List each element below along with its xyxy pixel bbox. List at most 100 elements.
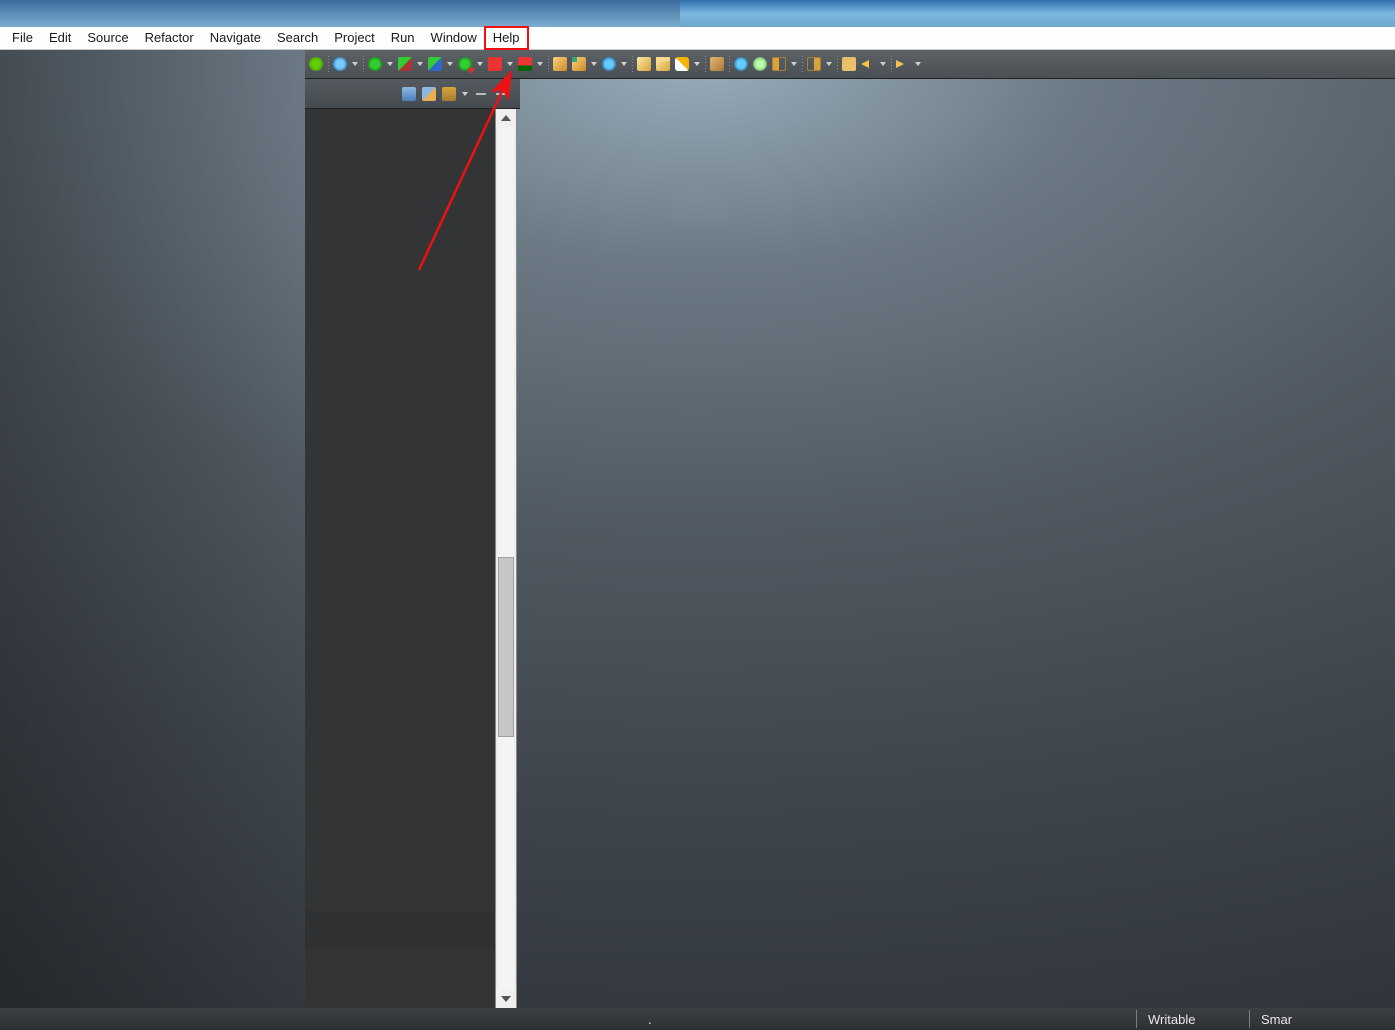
run-profile-icon[interactable] [426, 55, 444, 73]
status-writable: Writable [1140, 1008, 1203, 1030]
scroll-track[interactable] [498, 127, 514, 990]
menu-edit[interactable]: Edit [41, 27, 79, 49]
zoom-icon-dropdown[interactable] [350, 55, 360, 73]
scroll-up-button[interactable] [496, 109, 516, 127]
restore-icon [496, 93, 506, 95]
menu-help[interactable]: Help [485, 27, 528, 49]
minimize-icon[interactable] [472, 85, 490, 103]
view-form-icon[interactable] [400, 85, 418, 103]
stop-icon-dropdown[interactable] [505, 55, 515, 73]
explorer-panel [305, 109, 495, 1008]
open-icon[interactable] [654, 55, 672, 73]
stop-server-icon [518, 57, 532, 71]
minimize-icon [476, 93, 486, 95]
view-form-icon [402, 87, 416, 101]
stop-server-icon-dropdown[interactable] [535, 55, 545, 73]
back-icon-dropdown[interactable] [878, 55, 888, 73]
globe-icon[interactable] [600, 55, 618, 73]
stop-icon[interactable] [486, 55, 504, 73]
toolbar-separator [889, 54, 893, 74]
power-icon [309, 57, 323, 71]
globe-icon-dropdown[interactable] [619, 55, 629, 73]
debug-icon[interactable] [456, 55, 474, 73]
open-icon [656, 57, 670, 71]
forward-icon [896, 57, 910, 71]
search-icon[interactable] [673, 55, 691, 73]
menu-run[interactable]: Run [383, 27, 423, 49]
browser-icon[interactable] [732, 55, 750, 73]
run-external-icon-dropdown[interactable] [415, 55, 425, 73]
new-server-icon[interactable] [551, 55, 569, 73]
restore-icon[interactable] [492, 85, 510, 103]
toggle-breadcrumb-icon-dropdown[interactable] [789, 55, 799, 73]
explorer-panel-bottom [305, 911, 495, 948]
toolbar-separator [546, 54, 550, 74]
package-icon [710, 57, 724, 71]
status-bar: . Writable Smar [0, 1008, 1395, 1030]
new-server-icon [553, 57, 567, 71]
menu-file[interactable]: File [4, 27, 41, 49]
status-center: . [640, 1008, 660, 1030]
zoom-icon[interactable] [331, 55, 349, 73]
green-globe-icon[interactable] [751, 55, 769, 73]
last-edit-icon[interactable] [840, 55, 858, 73]
main-toolbar [305, 50, 1395, 79]
annotation-arrow [0, 50, 1395, 1010]
menu-project[interactable]: Project [326, 27, 382, 49]
toggle-breadcrumb-icon[interactable] [770, 55, 788, 73]
run-profile-icon-dropdown[interactable] [445, 55, 455, 73]
toolbar-separator [800, 54, 804, 74]
toolbar-separator [835, 54, 839, 74]
browser-icon [734, 57, 748, 71]
new-icon[interactable] [635, 55, 653, 73]
menu-search[interactable]: Search [269, 27, 326, 49]
workspace [0, 50, 1395, 1008]
search-icon [675, 57, 689, 71]
debug-icon-dropdown[interactable] [475, 55, 485, 73]
status-sep-2 [1249, 1010, 1250, 1028]
new-server-launch-icon-dropdown[interactable] [589, 55, 599, 73]
search-icon-dropdown[interactable] [692, 55, 702, 73]
status-sep-1 [1136, 1010, 1137, 1028]
forward-icon-dropdown[interactable] [913, 55, 923, 73]
new-server-launch-icon[interactable] [570, 55, 588, 73]
forward-icon[interactable] [894, 55, 912, 73]
link-editor-icon[interactable] [420, 85, 438, 103]
title-bar-fragment [0, 0, 680, 27]
title-bar [0, 0, 1395, 27]
folder-icon[interactable] [440, 85, 458, 103]
menu-source[interactable]: Source [79, 27, 136, 49]
green-globe-icon [753, 57, 767, 71]
new-icon [637, 57, 651, 71]
toggle-mark-icon-dropdown[interactable] [824, 55, 834, 73]
run-icon[interactable] [366, 55, 384, 73]
toolbar-separator [630, 54, 634, 74]
menu-refactor[interactable]: Refactor [137, 27, 202, 49]
stop-server-icon[interactable] [516, 55, 534, 73]
package-icon[interactable] [708, 55, 726, 73]
back-icon[interactable] [859, 55, 877, 73]
menu-navigate[interactable]: Navigate [202, 27, 269, 49]
link-editor-icon [422, 87, 436, 101]
power-icon[interactable] [307, 55, 325, 73]
run-icon [368, 57, 382, 71]
toolbar-separator [727, 54, 731, 74]
run-icon-dropdown[interactable] [385, 55, 395, 73]
run-external-icon[interactable] [396, 55, 414, 73]
view-toolbar [305, 79, 520, 109]
new-server-launch-icon [572, 57, 586, 71]
toggle-mark-icon[interactable] [805, 55, 823, 73]
scroll-thumb[interactable] [498, 557, 514, 737]
run-external-icon [398, 57, 412, 71]
stop-icon [488, 57, 502, 71]
folder-icon-dropdown[interactable] [460, 85, 470, 103]
toolbar-separator [326, 54, 330, 74]
folder-icon [442, 87, 456, 101]
menu-window[interactable]: Window [423, 27, 485, 49]
back-icon [861, 57, 875, 71]
vertical-scrollbar[interactable] [495, 109, 517, 1008]
debug-icon [458, 57, 472, 71]
scroll-down-button[interactable] [496, 990, 516, 1008]
toggle-breadcrumb-icon [772, 57, 786, 71]
zoom-icon [333, 57, 347, 71]
